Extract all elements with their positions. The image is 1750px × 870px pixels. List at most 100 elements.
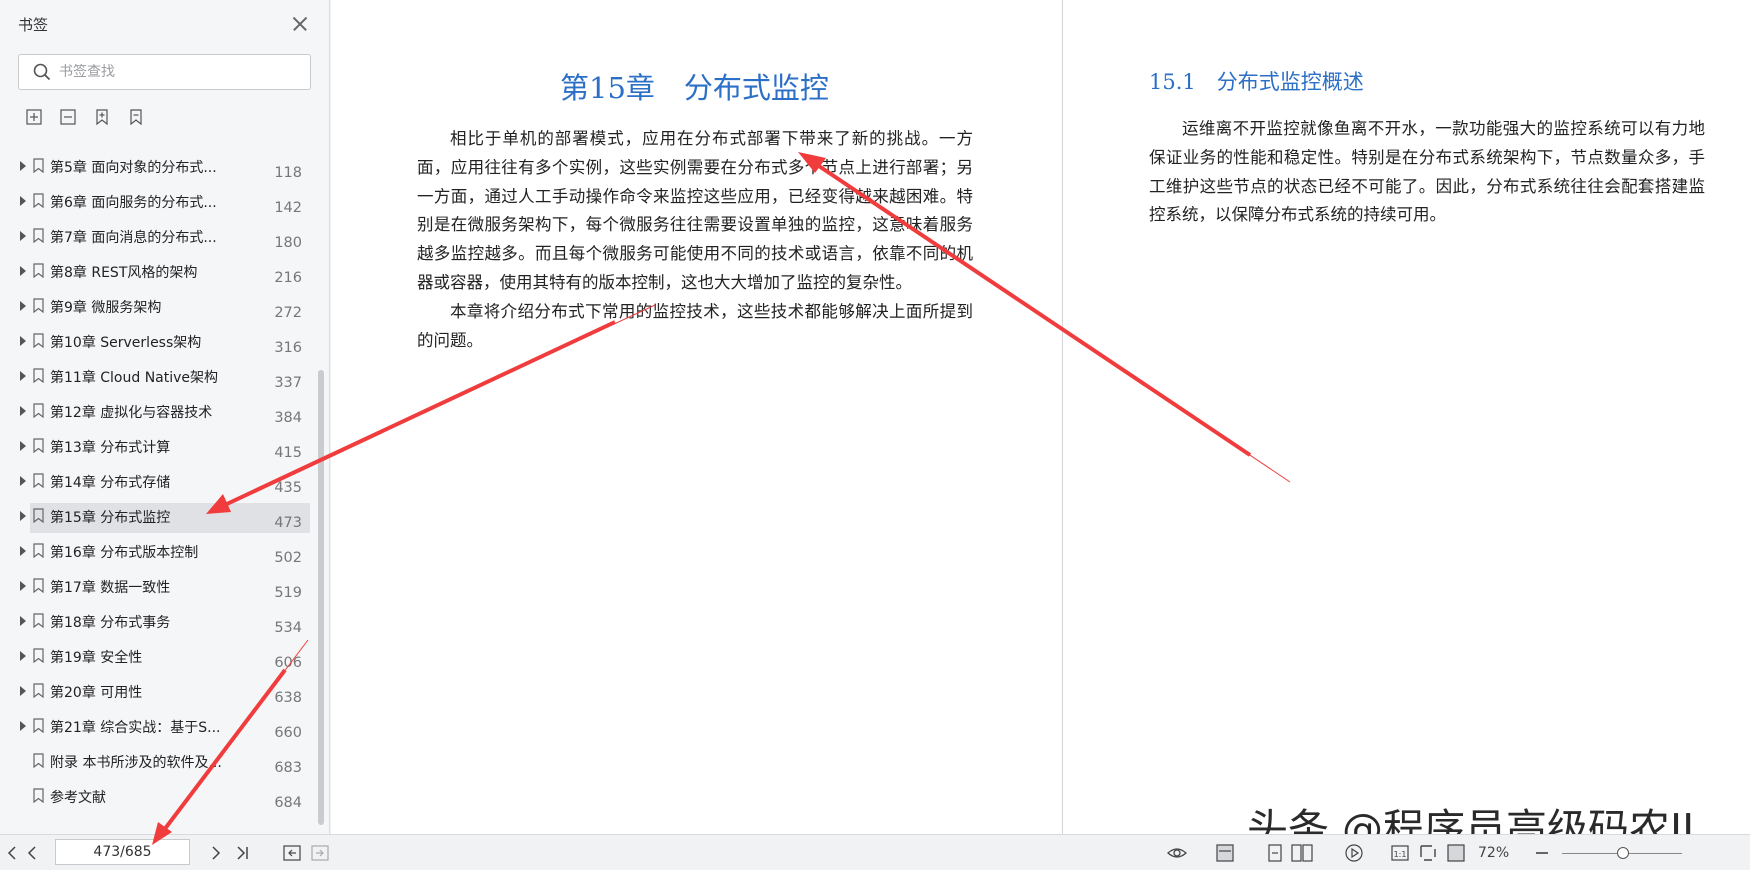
bookmark-label: 第19章 安全性: [50, 650, 143, 666]
bookmark-page-number: 660: [274, 725, 302, 741]
bookmark-icon: [33, 368, 44, 383]
expand-arrow-icon[interactable]: [20, 196, 26, 206]
expand-arrow-icon[interactable]: [20, 406, 26, 416]
bookmark-label: 第12章 虚拟化与容器技术: [50, 405, 213, 421]
bookmark-item[interactable]: 附录 本书所涉及的软件及... 683: [0, 745, 312, 780]
bookmark-page-number: 384: [274, 410, 302, 426]
expand-all-icon[interactable]: [24, 107, 44, 127]
zoom-level[interactable]: 72%: [1478, 845, 1509, 861]
expand-arrow-icon[interactable]: [20, 371, 26, 381]
single-page-icon[interactable]: [1214, 843, 1236, 863]
bookmark-label: 第17章 数据一致性: [50, 580, 171, 596]
bookmark-item[interactable]: 第8章 REST风格的架构 216: [0, 255, 312, 290]
expand-arrow-icon[interactable]: [20, 721, 26, 731]
bookmark-page-number: 435: [274, 480, 302, 496]
bookmark-item[interactable]: 第5章 面向对象的分布式... 118: [0, 150, 312, 185]
expand-arrow-icon[interactable]: [20, 161, 26, 171]
double-page-icon[interactable]: [1290, 843, 1314, 863]
bookmark-icon: [33, 578, 44, 593]
zoom-slider-handle[interactable]: [1617, 847, 1629, 859]
bookmark-icon: [33, 788, 44, 803]
bookmark-page-number: 272: [274, 305, 302, 321]
back-icon[interactable]: [282, 843, 302, 863]
expand-arrow-icon[interactable]: [20, 511, 26, 521]
bookmark-toolbar: [0, 94, 329, 140]
bookmark-icon: [33, 228, 44, 243]
fit-page-icon[interactable]: [1418, 843, 1438, 863]
status-toolbar: 473/685 1:1 72%: [0, 834, 1750, 870]
bookmark-search-input[interactable]: [59, 64, 289, 80]
expand-arrow-icon[interactable]: [20, 651, 26, 661]
zoom-out-icon[interactable]: [1532, 843, 1552, 863]
bookmark-item[interactable]: 第7章 面向消息的分布式... 180: [0, 220, 312, 255]
bookmark-panel-title: 书签: [18, 15, 49, 34]
bookmark-item[interactable]: 第20章 可用性 638: [0, 675, 312, 710]
bookmark-label: 第14章 分布式存储: [50, 475, 171, 491]
bookmark-item[interactable]: 第10章 Serverless架构 316: [0, 325, 312, 360]
chapter-intro-text: 相比于单机的部署模式，应用在分布式部署下带来了新的挑战。一方面，应用往往有多个实…: [417, 125, 973, 355]
section-text: 运维离不开监控就像鱼离不开水，一款功能强大的监控系统可以有力地保证业务的性能和稳…: [1149, 115, 1705, 230]
page-number-input[interactable]: 473/685: [55, 839, 190, 865]
bookmark-item[interactable]: 第17章 数据一致性 519: [0, 570, 312, 605]
expand-arrow-icon[interactable]: [20, 231, 26, 241]
bookmark-page-number: 316: [274, 340, 302, 356]
play-icon[interactable]: [1344, 843, 1364, 863]
bookmark-page-number: 606: [274, 655, 302, 671]
bookmark-item[interactable]: 第14章 分布式存储 435: [0, 465, 312, 500]
collapse-all-icon[interactable]: [58, 107, 78, 127]
bookmark-search[interactable]: [18, 54, 311, 90]
bookmark-page-number: 638: [274, 690, 302, 706]
forward-icon[interactable]: [310, 843, 330, 863]
paragraph: 运维离不开监控就像鱼离不开水，一款功能强大的监控系统可以有力地保证业务的性能和稳…: [1149, 119, 1705, 225]
page-divider: [1062, 0, 1063, 834]
eye-protection-icon[interactable]: [1166, 843, 1188, 863]
next-page-icon[interactable]: [206, 843, 226, 863]
bookmark-page-number: 142: [274, 200, 302, 216]
expand-arrow-icon[interactable]: [20, 441, 26, 451]
expand-arrow-icon[interactable]: [20, 616, 26, 626]
expand-arrow-icon[interactable]: [20, 581, 26, 591]
bookmark-item[interactable]: 第11章 Cloud Native架构 337: [0, 360, 312, 395]
bookmark-label: 附录 本书所涉及的软件及...: [50, 755, 222, 771]
previous-page-icon[interactable]: [22, 843, 42, 863]
bookmark-item[interactable]: 第13章 分布式计算 415: [0, 430, 312, 465]
continuous-page-icon[interactable]: [1265, 843, 1285, 863]
bookmark-page-number: 683: [274, 760, 302, 776]
bookmark-item[interactable]: 第6章 面向服务的分布式... 142: [0, 185, 312, 220]
last-page-icon[interactable]: [232, 843, 252, 863]
bookmark-icon: [33, 508, 44, 523]
bookmark-item[interactable]: 第15章 分布式监控 473: [0, 500, 312, 535]
bookmark-item[interactable]: 第19章 安全性 606: [0, 640, 312, 675]
bookmark-item[interactable]: 第21章 综合实战：基于S... 660: [0, 710, 312, 745]
expand-arrow-icon[interactable]: [20, 266, 26, 276]
first-page-icon[interactable]: [3, 843, 23, 863]
actual-size-icon[interactable]: 1:1: [1390, 843, 1410, 863]
fit-width-icon[interactable]: [1446, 843, 1466, 863]
expand-arrow-icon[interactable]: [20, 546, 26, 556]
bookmark-list: 第5章 面向对象的分布式... 118 第6章 面向服务的分布式... 142 第7章 …: [0, 150, 312, 815]
expand-arrow-icon[interactable]: [20, 336, 26, 346]
bookmark-label: 参考文献: [50, 790, 106, 806]
close-icon[interactable]: [289, 13, 311, 35]
expand-arrow-icon[interactable]: [20, 686, 26, 696]
bookmark-label: 第9章 微服务架构: [50, 300, 162, 316]
bookmark-scrollbar[interactable]: [318, 370, 324, 825]
bookmark-label: 第8章 REST风格的架构: [50, 265, 198, 281]
chapter-title: 第15章 分布式监控: [560, 71, 829, 105]
paragraph: 本章将介绍分布式下常用的监控技术，这些技术都能够解决上面所提到的问题。: [417, 301, 973, 350]
remove-bookmark-icon[interactable]: [126, 107, 146, 127]
bookmark-icon: [33, 543, 44, 558]
bookmark-page-number: 502: [274, 550, 302, 566]
bookmark-item[interactable]: 第12章 虚拟化与容器技术 384: [0, 395, 312, 430]
bookmark-page-number: 534: [274, 620, 302, 636]
bookmark-item[interactable]: 第9章 微服务架构 272: [0, 290, 312, 325]
bookmark-item[interactable]: 第16章 分布式版本控制 502: [0, 535, 312, 570]
bookmark-item[interactable]: 第18章 分布式事务 534: [0, 605, 312, 640]
bookmark-icon: [33, 718, 44, 733]
bookmark-page-number: 337: [274, 375, 302, 391]
bookmark-icon: [33, 683, 44, 698]
expand-arrow-icon[interactable]: [20, 476, 26, 486]
expand-arrow-icon[interactable]: [20, 301, 26, 311]
bookmark-item[interactable]: 参考文献 684: [0, 780, 312, 815]
add-bookmark-icon[interactable]: [92, 107, 112, 127]
